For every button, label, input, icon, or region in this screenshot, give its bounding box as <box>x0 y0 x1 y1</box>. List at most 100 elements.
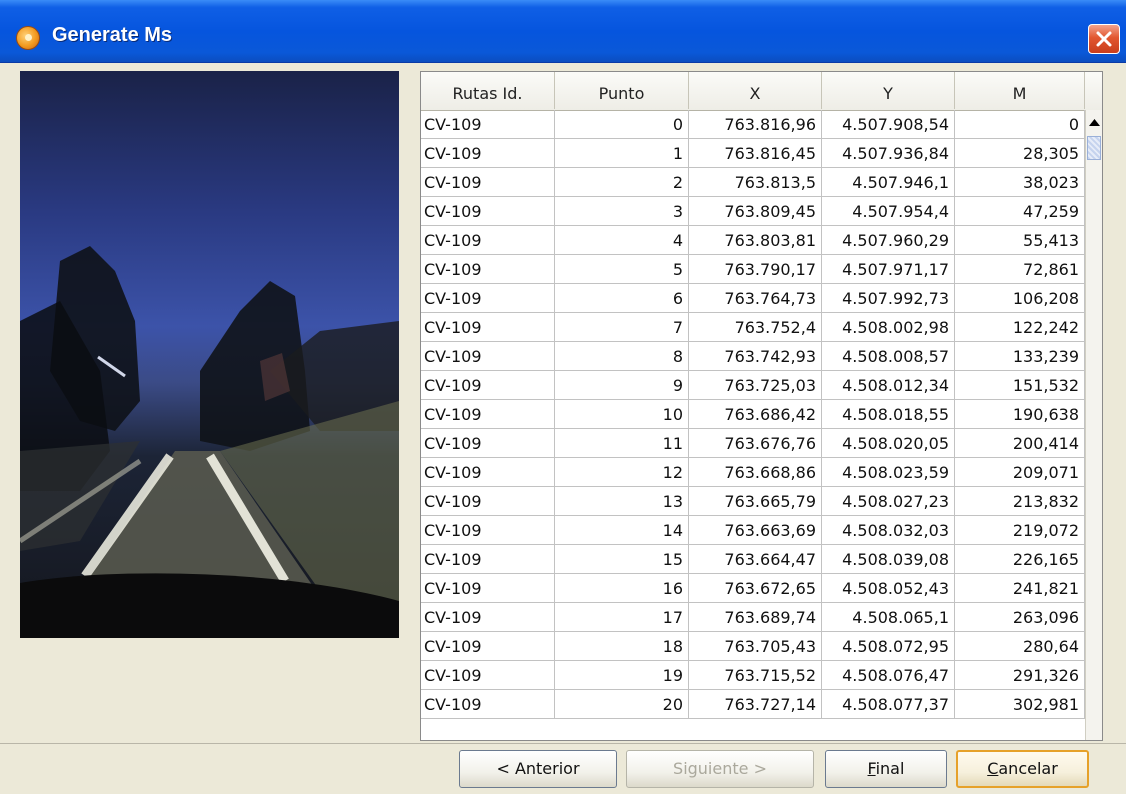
cell-x[interactable]: 763.663,69 <box>689 516 822 544</box>
cell-x[interactable]: 763.676,76 <box>689 429 822 457</box>
cell-y[interactable]: 4.507.992,73 <box>822 284 955 312</box>
cell-y[interactable]: 4.508.002,98 <box>822 313 955 341</box>
cell-y[interactable]: 4.508.052,43 <box>822 574 955 602</box>
cell-rutas-id[interactable]: CV-109 <box>421 139 555 167</box>
cell-y[interactable]: 4.508.008,57 <box>822 342 955 370</box>
cell-x[interactable]: 763.813,5 <box>689 168 822 196</box>
cell-punto[interactable]: 0 <box>555 110 689 138</box>
cell-rutas-id[interactable]: CV-109 <box>421 226 555 254</box>
cell-x[interactable]: 763.790,17 <box>689 255 822 283</box>
cell-punto[interactable]: 1 <box>555 139 689 167</box>
cell-rutas-id[interactable]: CV-109 <box>421 371 555 399</box>
cell-x[interactable]: 763.715,52 <box>689 661 822 689</box>
cell-punto[interactable]: 11 <box>555 429 689 457</box>
cell-x[interactable]: 763.705,43 <box>689 632 822 660</box>
anterior-button[interactable]: < Anterior <box>459 750 617 788</box>
cell-m[interactable]: 55,413 <box>955 226 1085 254</box>
cell-rutas-id[interactable]: CV-109 <box>421 400 555 428</box>
cell-m[interactable]: 226,165 <box>955 545 1085 573</box>
title-bar[interactable]: Generate Ms <box>0 0 1126 63</box>
cell-m[interactable]: 209,071 <box>955 458 1085 486</box>
cell-m[interactable]: 38,023 <box>955 168 1085 196</box>
cell-x[interactable]: 763.665,79 <box>689 487 822 515</box>
cell-rutas-id[interactable]: CV-109 <box>421 545 555 573</box>
cell-y[interactable]: 4.508.018,55 <box>822 400 955 428</box>
cell-punto[interactable]: 13 <box>555 487 689 515</box>
cell-punto[interactable]: 20 <box>555 690 689 718</box>
cell-x[interactable]: 763.809,45 <box>689 197 822 225</box>
cell-x[interactable]: 763.664,47 <box>689 545 822 573</box>
column-header-rutas-id[interactable]: Rutas Id. <box>421 72 555 109</box>
cell-punto[interactable]: 7 <box>555 313 689 341</box>
cell-m[interactable]: 280,64 <box>955 632 1085 660</box>
vertical-scrollbar[interactable] <box>1085 110 1102 740</box>
final-button[interactable]: Final <box>825 750 947 788</box>
cell-m[interactable]: 263,096 <box>955 603 1085 631</box>
cell-y[interactable]: 4.508.032,03 <box>822 516 955 544</box>
cell-rutas-id[interactable]: CV-109 <box>421 661 555 689</box>
cell-rutas-id[interactable]: CV-109 <box>421 632 555 660</box>
table-row[interactable]: CV-109 1 763.816,45 4.507.936,84 28,305 <box>421 139 1085 168</box>
cell-punto[interactable]: 6 <box>555 284 689 312</box>
cell-m[interactable]: 190,638 <box>955 400 1085 428</box>
column-header-m[interactable]: M <box>955 72 1085 109</box>
column-header-punto[interactable]: Punto <box>555 72 689 109</box>
table-row[interactable]: CV-109 10 763.686,42 4.508.018,55 190,638 <box>421 400 1085 429</box>
cell-y[interactable]: 4.508.065,1 <box>822 603 955 631</box>
cell-rutas-id[interactable]: CV-109 <box>421 284 555 312</box>
table-row[interactable]: CV-109 13 763.665,79 4.508.027,23 213,832 <box>421 487 1085 516</box>
cell-y[interactable]: 4.508.072,95 <box>822 632 955 660</box>
siguiente-button[interactable]: Siguiente > <box>626 750 814 788</box>
cell-m[interactable]: 200,414 <box>955 429 1085 457</box>
column-header-y[interactable]: Y <box>822 72 955 109</box>
cell-rutas-id[interactable]: CV-109 <box>421 574 555 602</box>
cell-m[interactable]: 213,832 <box>955 487 1085 515</box>
cell-punto[interactable]: 9 <box>555 371 689 399</box>
cell-y[interactable]: 4.507.954,4 <box>822 197 955 225</box>
cell-rutas-id[interactable]: CV-109 <box>421 429 555 457</box>
cell-rutas-id[interactable]: CV-109 <box>421 255 555 283</box>
scroll-up-button[interactable] <box>1086 112 1102 134</box>
close-button[interactable] <box>1088 24 1120 54</box>
cell-punto[interactable]: 10 <box>555 400 689 428</box>
cell-x[interactable]: 763.803,81 <box>689 226 822 254</box>
cell-x[interactable]: 763.686,42 <box>689 400 822 428</box>
cell-y[interactable]: 4.508.076,47 <box>822 661 955 689</box>
table-row[interactable]: CV-109 4 763.803,81 4.507.960,29 55,413 <box>421 226 1085 255</box>
table-row[interactable]: CV-109 15 763.664,47 4.508.039,08 226,165 <box>421 545 1085 574</box>
cell-punto[interactable]: 17 <box>555 603 689 631</box>
cell-y[interactable]: 4.508.027,23 <box>822 487 955 515</box>
cell-m[interactable]: 72,861 <box>955 255 1085 283</box>
table-row[interactable]: CV-109 16 763.672,65 4.508.052,43 241,821 <box>421 574 1085 603</box>
cell-y[interactable]: 4.508.023,59 <box>822 458 955 486</box>
cell-m[interactable]: 302,981 <box>955 690 1085 718</box>
cell-x[interactable]: 763.672,65 <box>689 574 822 602</box>
cell-y[interactable]: 4.507.971,17 <box>822 255 955 283</box>
table-row[interactable]: CV-109 5 763.790,17 4.507.971,17 72,861 <box>421 255 1085 284</box>
cell-rutas-id[interactable]: CV-109 <box>421 516 555 544</box>
cell-rutas-id[interactable]: CV-109 <box>421 690 555 718</box>
table-row[interactable]: CV-109 2 763.813,5 4.507.946,1 38,023 <box>421 168 1085 197</box>
cell-m[interactable]: 106,208 <box>955 284 1085 312</box>
cell-rutas-id[interactable]: CV-109 <box>421 168 555 196</box>
cell-x[interactable]: 763.725,03 <box>689 371 822 399</box>
table-row[interactable]: CV-109 6 763.764,73 4.507.992,73 106,208 <box>421 284 1085 313</box>
cell-punto[interactable]: 4 <box>555 226 689 254</box>
cell-y[interactable]: 4.507.960,29 <box>822 226 955 254</box>
table-row[interactable]: CV-109 18 763.705,43 4.508.072,95 280,64 <box>421 632 1085 661</box>
cell-punto[interactable]: 5 <box>555 255 689 283</box>
cell-m[interactable]: 0 <box>955 110 1085 138</box>
cell-punto[interactable]: 3 <box>555 197 689 225</box>
cell-m[interactable]: 47,259 <box>955 197 1085 225</box>
table-row[interactable]: CV-109 3 763.809,45 4.507.954,4 47,259 <box>421 197 1085 226</box>
table-row[interactable]: CV-109 14 763.663,69 4.508.032,03 219,072 <box>421 516 1085 545</box>
cell-m[interactable]: 241,821 <box>955 574 1085 602</box>
cell-y[interactable]: 4.507.936,84 <box>822 139 955 167</box>
cell-rutas-id[interactable]: CV-109 <box>421 197 555 225</box>
cell-rutas-id[interactable]: CV-109 <box>421 458 555 486</box>
cell-y[interactable]: 4.507.908,54 <box>822 110 955 138</box>
cell-m[interactable]: 151,532 <box>955 371 1085 399</box>
cell-rutas-id[interactable]: CV-109 <box>421 487 555 515</box>
cell-punto[interactable]: 8 <box>555 342 689 370</box>
cancelar-button[interactable]: Cancelar <box>956 750 1089 788</box>
